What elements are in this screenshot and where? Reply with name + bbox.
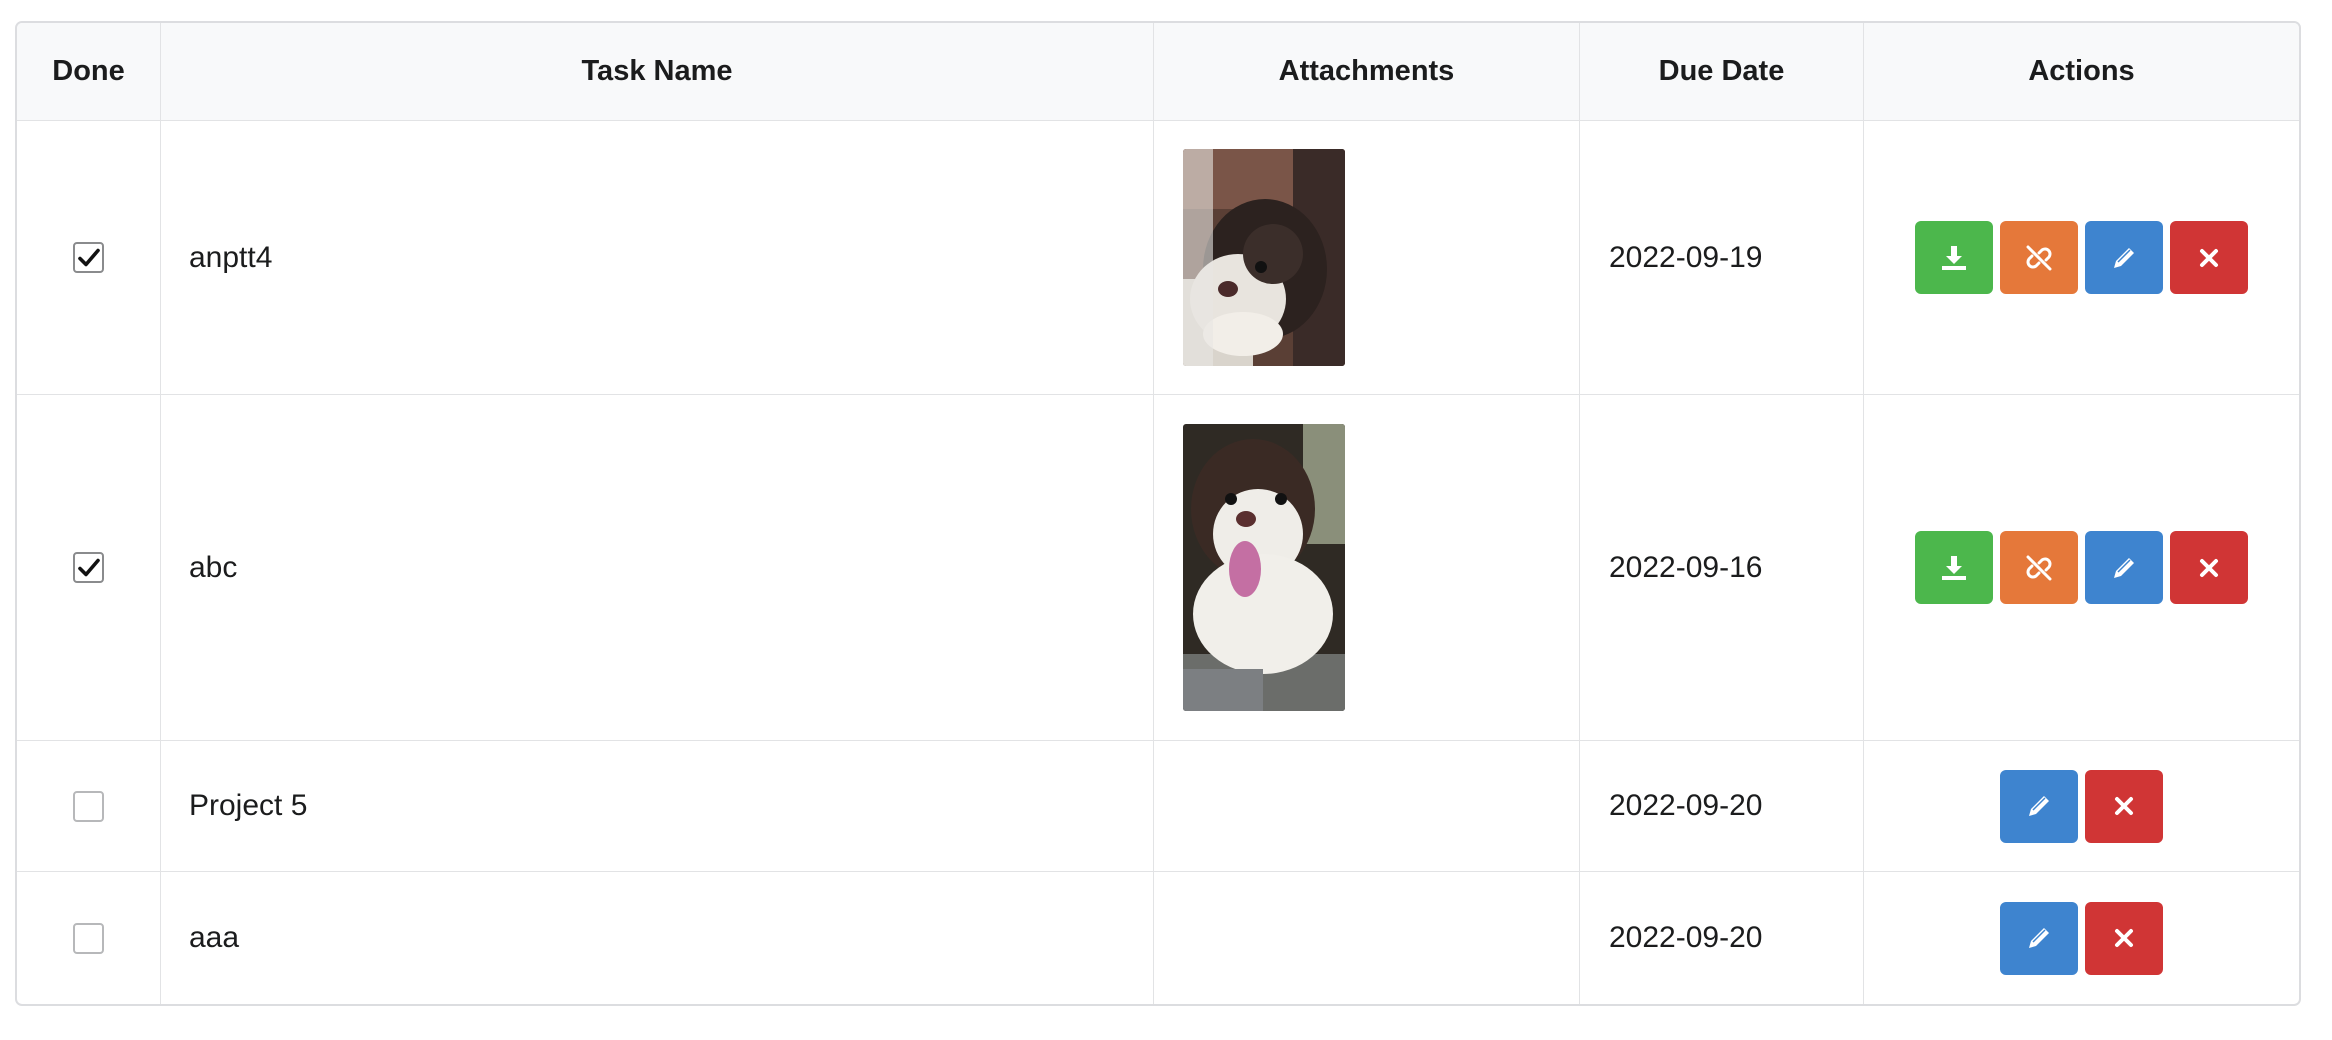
done-checkbox[interactable]: [73, 552, 104, 583]
header-actions: Actions: [1864, 23, 2299, 121]
download-button[interactable]: [1915, 531, 1993, 604]
due-date: 2022-09-19: [1609, 240, 1763, 274]
checkmark-icon: [77, 248, 100, 266]
header-done-label: Done: [52, 55, 125, 87]
table-row-1-actions: [1864, 121, 2299, 395]
table-row-3-task: Project 5: [161, 741, 1154, 872]
attachment-thumbnail[interactable]: [1183, 424, 1345, 711]
due-date: 2022-09-16: [1609, 550, 1763, 584]
header-attachments-label: Attachments: [1278, 55, 1455, 87]
table-row-3-done: [17, 741, 161, 872]
dog-photo-tongue-out: [1183, 424, 1345, 711]
close-icon: [2200, 558, 2218, 577]
task-name: anptt4: [189, 240, 273, 274]
table-row-2-actions: [1864, 395, 2299, 741]
done-checkbox[interactable]: [73, 922, 104, 954]
header-done: Done: [17, 23, 161, 121]
due-date: 2022-09-20: [1609, 789, 1763, 822]
tasks-table: Done Task Name Attachments Due Date Acti…: [15, 21, 2301, 1006]
edit-button[interactable]: [2000, 901, 2078, 975]
table-row-1-task: anptt4: [161, 121, 1154, 395]
unlink-icon: [2026, 555, 2052, 580]
due-date: 2022-09-20: [1609, 921, 1763, 954]
table-row-3-due-date: 2022-09-20: [1580, 741, 1864, 872]
table-row-2-done: [17, 395, 161, 741]
close-icon: [2115, 797, 2133, 815]
table-row-1-due-date: 2022-09-19: [1580, 121, 1864, 395]
table-row-3-attachments: [1154, 741, 1580, 872]
pencil-icon: [2114, 557, 2134, 578]
task-name: abc: [189, 550, 238, 584]
edit-button[interactable]: [2085, 221, 2163, 294]
delete-button[interactable]: [2170, 531, 2248, 604]
header-due-date-label: Due Date: [1658, 55, 1785, 87]
table-row-2-task: abc: [161, 395, 1154, 741]
download-icon: [1942, 555, 1966, 580]
header-due-date: Due Date: [1580, 23, 1864, 121]
table-row-4-attachments: [1154, 872, 1580, 1004]
dog-photo-lying: [1183, 149, 1345, 366]
unlink-button[interactable]: [2000, 221, 2078, 294]
task-name: Project 5: [189, 789, 308, 822]
delete-button[interactable]: [2085, 901, 2163, 975]
pencil-icon: [2029, 796, 2049, 816]
edit-button[interactable]: [2000, 769, 2078, 843]
table-row-1-attachments: [1154, 121, 1580, 395]
unlink-button[interactable]: [2000, 531, 2078, 604]
table-row-1-done: [17, 121, 161, 395]
pencil-icon: [2029, 928, 2049, 948]
download-icon: [1942, 245, 1966, 270]
table-row-3-actions: [1864, 741, 2299, 872]
attachment-thumbnail[interactable]: [1183, 149, 1345, 366]
done-checkbox[interactable]: [73, 790, 104, 822]
delete-button[interactable]: [2085, 769, 2163, 843]
edit-button[interactable]: [2085, 531, 2163, 604]
header-task-name-label: Task Name: [581, 55, 733, 87]
close-icon: [2115, 929, 2133, 947]
table-row-4-actions: [1864, 872, 2299, 1004]
table-row-2-attachments: [1154, 395, 1580, 741]
done-checkbox[interactable]: [73, 242, 104, 273]
download-button[interactable]: [1915, 221, 1993, 294]
unlink-icon: [2026, 245, 2052, 270]
header-actions-label: Actions: [2028, 55, 2135, 87]
header-task-name: Task Name: [161, 23, 1154, 121]
table-row-4-due-date: 2022-09-20: [1580, 872, 1864, 1004]
checkmark-icon: [77, 558, 100, 576]
header-attachments: Attachments: [1154, 23, 1580, 121]
table-row-2-due-date: 2022-09-16: [1580, 395, 1864, 741]
delete-button[interactable]: [2170, 221, 2248, 294]
table-row-4-done: [17, 872, 161, 1004]
table-row-4-task: aaa: [161, 872, 1154, 1004]
pencil-icon: [2114, 247, 2134, 268]
close-icon: [2200, 248, 2218, 267]
task-name: aaa: [189, 921, 240, 954]
